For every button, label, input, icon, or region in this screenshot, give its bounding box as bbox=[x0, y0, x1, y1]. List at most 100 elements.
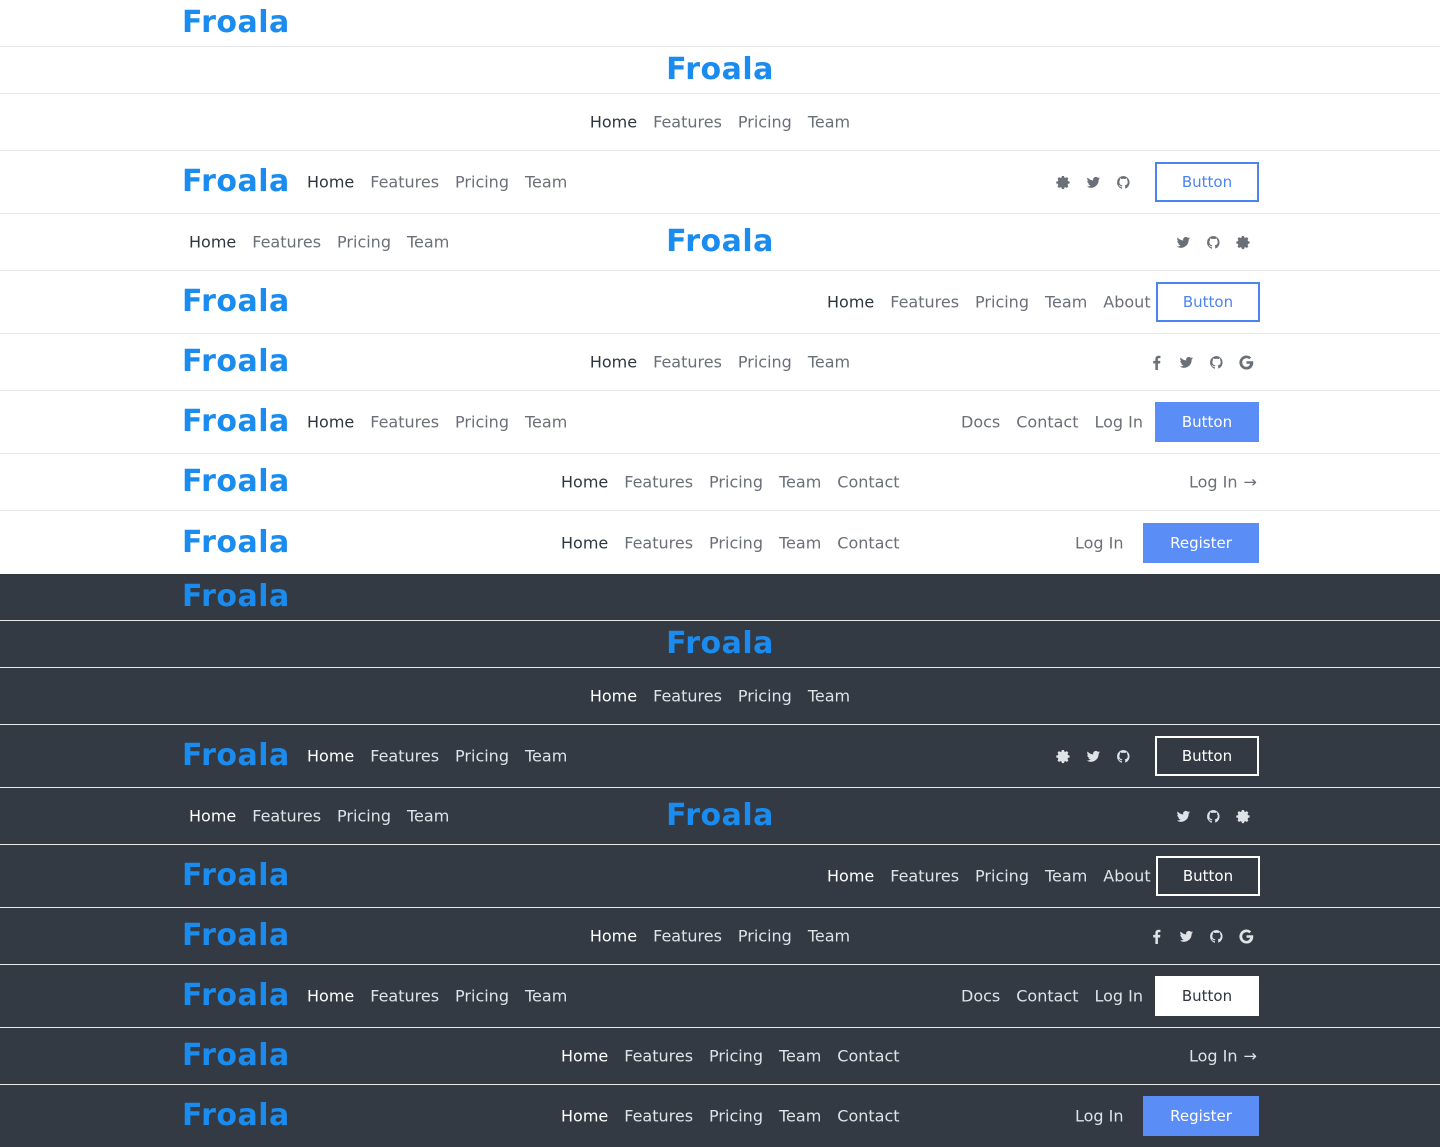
nav-docs[interactable]: Docs bbox=[961, 413, 1000, 432]
nav-home[interactable]: Home bbox=[189, 807, 236, 826]
register-button[interactable]: Register bbox=[1143, 522, 1259, 563]
gear-icon[interactable] bbox=[1235, 808, 1251, 824]
nav-pricing[interactable]: Pricing bbox=[455, 987, 509, 1006]
nav-pricing[interactable]: Pricing bbox=[709, 473, 763, 492]
nav-team[interactable]: Team bbox=[525, 413, 567, 432]
logo[interactable]: Froala bbox=[182, 347, 290, 377]
nav-home[interactable]: Home bbox=[307, 413, 354, 432]
logo[interactable]: Froala bbox=[182, 527, 290, 558]
cta-button[interactable]: Button bbox=[1155, 736, 1259, 776]
nav-features[interactable]: Features bbox=[624, 533, 693, 552]
nav-team[interactable]: Team bbox=[525, 173, 567, 192]
nav-features[interactable]: Features bbox=[370, 413, 439, 432]
logo[interactable]: Froala bbox=[666, 227, 774, 257]
twitter-icon[interactable] bbox=[1175, 808, 1191, 824]
login-link[interactable]: Log In → bbox=[1189, 1047, 1257, 1066]
twitter-icon[interactable] bbox=[1178, 354, 1194, 370]
github-icon[interactable] bbox=[1205, 808, 1221, 824]
github-icon[interactable] bbox=[1208, 928, 1224, 944]
logo[interactable]: Froala bbox=[666, 629, 774, 659]
nav-home[interactable]: Home bbox=[590, 113, 637, 132]
nav-about[interactable]: About bbox=[1103, 293, 1150, 312]
nav-features[interactable]: Features bbox=[624, 1107, 693, 1126]
nav-contact[interactable]: Contact bbox=[1016, 413, 1078, 432]
login-link[interactable]: Log In bbox=[1075, 1107, 1124, 1126]
nav-pricing[interactable]: Pricing bbox=[738, 687, 792, 706]
nav-pricing[interactable]: Pricing bbox=[455, 173, 509, 192]
nav-contact[interactable]: Contact bbox=[1016, 987, 1078, 1006]
github-icon[interactable] bbox=[1208, 354, 1224, 370]
login-link[interactable]: Log In bbox=[1075, 533, 1124, 552]
nav-pricing[interactable]: Pricing bbox=[455, 413, 509, 432]
nav-contact[interactable]: Contact bbox=[837, 533, 899, 552]
nav-team[interactable]: Team bbox=[407, 233, 449, 252]
nav-pricing[interactable]: Pricing bbox=[709, 1107, 763, 1126]
nav-docs[interactable]: Docs bbox=[961, 987, 1000, 1006]
nav-features[interactable]: Features bbox=[370, 987, 439, 1006]
cta-button[interactable]: Button bbox=[1156, 282, 1260, 322]
nav-pricing[interactable]: Pricing bbox=[975, 867, 1029, 886]
twitter-icon[interactable] bbox=[1178, 928, 1194, 944]
nav-pricing[interactable]: Pricing bbox=[975, 293, 1029, 312]
cta-button[interactable]: Button bbox=[1155, 402, 1259, 442]
logo[interactable]: Froala bbox=[666, 801, 774, 831]
cta-button[interactable]: Button bbox=[1155, 976, 1259, 1016]
nav-contact[interactable]: Contact bbox=[837, 1107, 899, 1126]
nav-pricing[interactable]: Pricing bbox=[337, 807, 391, 826]
logo[interactable]: Froala bbox=[182, 167, 290, 197]
nav-features[interactable]: Features bbox=[624, 1047, 693, 1066]
nav-contact[interactable]: Contact bbox=[837, 473, 899, 492]
cta-button[interactable]: Button bbox=[1156, 856, 1260, 896]
github-icon[interactable] bbox=[1115, 748, 1131, 764]
nav-features[interactable]: Features bbox=[653, 687, 722, 706]
nav-home[interactable]: Home bbox=[590, 687, 637, 706]
nav-home[interactable]: Home bbox=[590, 927, 637, 946]
nav-home[interactable]: Home bbox=[561, 1047, 608, 1066]
nav-login[interactable]: Log In bbox=[1095, 987, 1144, 1006]
nav-team[interactable]: Team bbox=[1045, 293, 1087, 312]
github-icon[interactable] bbox=[1205, 234, 1221, 250]
nav-pricing[interactable]: Pricing bbox=[738, 927, 792, 946]
facebook-icon[interactable] bbox=[1148, 928, 1164, 944]
nav-pricing[interactable]: Pricing bbox=[337, 233, 391, 252]
nav-team[interactable]: Team bbox=[808, 353, 850, 372]
logo[interactable]: Froala bbox=[182, 407, 290, 437]
logo[interactable]: Froala bbox=[182, 8, 290, 38]
gear-icon[interactable] bbox=[1055, 174, 1071, 190]
nav-team[interactable]: Team bbox=[779, 533, 821, 552]
logo[interactable]: Froala bbox=[666, 55, 774, 85]
nav-features[interactable]: Features bbox=[653, 113, 722, 132]
nav-about[interactable]: About bbox=[1103, 867, 1150, 886]
nav-team[interactable]: Team bbox=[779, 1107, 821, 1126]
logo[interactable]: Froala bbox=[182, 1041, 290, 1071]
gear-icon[interactable] bbox=[1235, 234, 1251, 250]
nav-team[interactable]: Team bbox=[808, 687, 850, 706]
nav-features[interactable]: Features bbox=[252, 233, 321, 252]
google-icon[interactable] bbox=[1238, 354, 1254, 370]
twitter-icon[interactable] bbox=[1085, 748, 1101, 764]
github-icon[interactable] bbox=[1115, 174, 1131, 190]
gear-icon[interactable] bbox=[1055, 748, 1071, 764]
nav-features[interactable]: Features bbox=[624, 473, 693, 492]
logo[interactable]: Froala bbox=[182, 981, 290, 1011]
nav-team[interactable]: Team bbox=[1045, 867, 1087, 886]
nav-home[interactable]: Home bbox=[827, 293, 874, 312]
nav-team[interactable]: Team bbox=[779, 473, 821, 492]
nav-home[interactable]: Home bbox=[561, 533, 608, 552]
nav-team[interactable]: Team bbox=[779, 1047, 821, 1066]
nav-home[interactable]: Home bbox=[590, 353, 637, 372]
nav-features[interactable]: Features bbox=[370, 173, 439, 192]
nav-home[interactable]: Home bbox=[307, 987, 354, 1006]
google-icon[interactable] bbox=[1238, 928, 1254, 944]
register-button[interactable]: Register bbox=[1143, 1096, 1259, 1136]
nav-features[interactable]: Features bbox=[370, 747, 439, 766]
nav-home[interactable]: Home bbox=[307, 173, 354, 192]
logo[interactable]: Froala bbox=[182, 741, 290, 771]
nav-home[interactable]: Home bbox=[189, 233, 236, 252]
nav-pricing[interactable]: Pricing bbox=[709, 1047, 763, 1066]
logo[interactable]: Froala bbox=[182, 467, 290, 497]
nav-features[interactable]: Features bbox=[653, 353, 722, 372]
nav-team[interactable]: Team bbox=[525, 987, 567, 1006]
nav-features[interactable]: Features bbox=[890, 867, 959, 886]
nav-features[interactable]: Features bbox=[252, 807, 321, 826]
